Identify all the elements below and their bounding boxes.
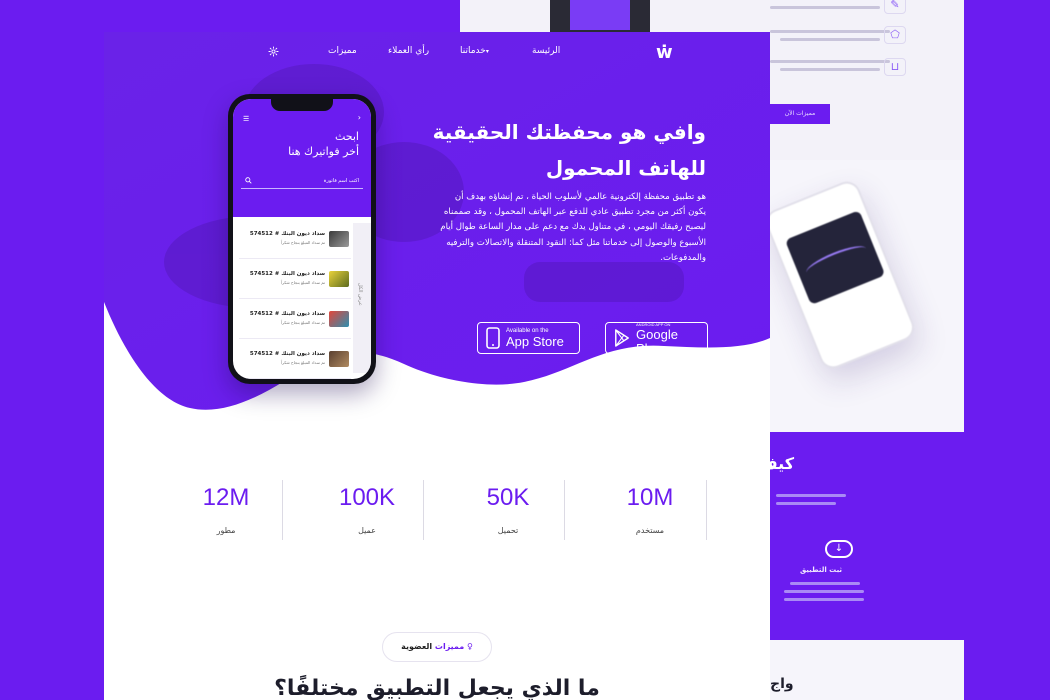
bill-subtitle: تم سداد المبلغ بنجاح شكراً bbox=[280, 320, 325, 325]
features-pill[interactable]: ♀ مميزات العضوية bbox=[382, 632, 492, 662]
phone-mockup: ☰ › ابحث أخر فواتيرك هنا اكتب اسم فاتورة bbox=[228, 94, 376, 384]
nav-services[interactable]: خدماتنا▾ bbox=[460, 46, 489, 56]
stat-clients: 100K عميل bbox=[297, 480, 437, 542]
phone-search-input[interactable]: اكتب اسم فاتورة bbox=[241, 173, 363, 189]
hero-title-line2: للهاتف المحمول bbox=[545, 156, 706, 180]
phone-heading-line1: ابحث bbox=[334, 130, 359, 143]
pen-icon: ✎ bbox=[884, 0, 906, 14]
list-item[interactable]: سداد ديون البنك # 574512 تم سداد المبلغ … bbox=[239, 219, 351, 259]
stat-label: تحميل bbox=[497, 526, 519, 535]
google-play-label: Google Play bbox=[636, 326, 678, 356]
nav-services-label: خدماتنا bbox=[460, 46, 486, 56]
bill-subtitle: تم سداد المبلغ بنجاح شكراً bbox=[280, 360, 325, 365]
mockup-text-line bbox=[770, 60, 890, 63]
bill-thumbnail bbox=[329, 351, 349, 367]
stat-value: 10M bbox=[626, 484, 674, 511]
bill-thumbnail bbox=[329, 271, 349, 287]
gear-icon[interactable] bbox=[268, 46, 279, 57]
app-store-label: App Store bbox=[506, 333, 564, 349]
features-pill-text: العضوية bbox=[401, 642, 433, 651]
mockup-tilted-phone bbox=[761, 177, 919, 373]
google-play-button[interactable]: ANDROID APP ON Google Play bbox=[605, 322, 708, 356]
stats-section: 10M مستخدم 50K تحميل 100K عميل 12M مطور bbox=[104, 480, 770, 542]
list-item[interactable]: سداد ديون البنك # 574512 تم سداد المبلغ … bbox=[239, 259, 351, 299]
bill-list: سداد ديون البنك # 574512 تم سداد المبلغ … bbox=[239, 219, 351, 379]
bill-thumbnail bbox=[329, 311, 349, 327]
search-icon bbox=[245, 177, 252, 184]
shape-icon: ⬠ bbox=[884, 26, 906, 44]
stat-label: مطور bbox=[216, 526, 236, 535]
phone-heading: ابحث أخر فواتيرك هنا bbox=[288, 129, 359, 159]
phone-heading-line2: أخر فواتيرك هنا bbox=[288, 145, 359, 158]
mockup-text-line bbox=[770, 6, 880, 9]
menu-icon[interactable]: ☰ bbox=[243, 115, 249, 123]
phone-icon bbox=[486, 327, 500, 349]
mockup-purple-section: كيف ↓ ثبت التطبيق bbox=[759, 432, 964, 640]
phone-notch bbox=[271, 99, 333, 111]
stat-users: 10M مستخدم bbox=[580, 480, 720, 542]
mockup-bottom-title: واج bbox=[770, 676, 794, 692]
stat-value: 12M bbox=[202, 484, 250, 511]
bill-subtitle: تم سداد المبلغ بنجاح شكراً bbox=[280, 280, 325, 285]
phone-search-placeholder: اكتب اسم فاتورة bbox=[323, 178, 359, 184]
mockup-text-line bbox=[780, 68, 880, 71]
cart-icon: ⊔ bbox=[884, 58, 906, 76]
chevron-down-icon: ▾ bbox=[485, 48, 489, 55]
top-nav: ẇ الرئيسة خدماتنا▾ رأي العملاء مميزات bbox=[104, 32, 770, 76]
chevron-right-icon[interactable]: › bbox=[358, 113, 361, 122]
lightbulb-icon: ♀ bbox=[467, 642, 473, 651]
bill-subtitle: تم سداد المبلغ بنجاح شكراً bbox=[280, 240, 325, 245]
phone-screen: ☰ › ابحث أخر فواتيرك هنا اكتب اسم فاتورة bbox=[233, 99, 371, 379]
stat-developers: 12M مطور bbox=[156, 480, 296, 542]
google-play-icon bbox=[615, 329, 629, 347]
bill-title: سداد ديون البنك # 574512 bbox=[249, 231, 325, 237]
features-pill-accent: مميزات bbox=[434, 642, 465, 651]
stat-label: عميل bbox=[358, 526, 376, 535]
list-item[interactable]: سداد ديون البنك # 574512 تم سداد المبلغ … bbox=[239, 339, 351, 379]
list-item[interactable]: سداد ديون البنك # 574512 تم سداد المبلغ … bbox=[239, 299, 351, 339]
stat-label: مستخدم bbox=[635, 526, 665, 535]
hero-description: هو تطبيق محفظة إلكترونية عالمي لأسلوب ال… bbox=[440, 192, 706, 263]
hero-title-line1: وافي هو محفظتك الحقيقية bbox=[432, 120, 706, 144]
bill-title: سداد ديون البنك # 574512 bbox=[249, 351, 325, 357]
stat-value: 100K bbox=[338, 484, 396, 511]
stat-divider bbox=[706, 480, 707, 540]
mockup-button: مميزات الآن bbox=[770, 104, 830, 124]
phone-side-tab[interactable]: عرض الكل bbox=[353, 223, 371, 373]
mockup-text-line bbox=[770, 30, 890, 33]
bill-thumbnail bbox=[329, 231, 349, 247]
nav-features[interactable]: مميزات bbox=[328, 46, 357, 56]
phone-side-tab-label: عرض الكل bbox=[357, 283, 363, 306]
features-title: ما الذي يجعل التطبيق مختلفًا؟ bbox=[274, 676, 600, 700]
hero-section: ẇ الرئيسة خدماتنا▾ رأي العملاء مميزات وا… bbox=[104, 32, 770, 412]
nav-home[interactable]: الرئيسة bbox=[532, 46, 560, 56]
phone-header: ☰ › ابحث أخر فواتيرك هنا اكتب اسم فاتورة bbox=[233, 99, 371, 217]
brand-logo[interactable]: ẇ bbox=[656, 42, 673, 63]
hero-title: وافي هو محفظتك الحقيقية للهاتف المحمول bbox=[406, 114, 706, 186]
mockup-sub-title: ثبت التطبيق bbox=[800, 566, 843, 574]
mockup-text-line bbox=[780, 38, 880, 41]
bill-title: سداد ديون البنك # 574512 bbox=[249, 311, 325, 317]
app-store-button[interactable]: Available on the App Store bbox=[477, 322, 580, 354]
bill-title: سداد ديون البنك # 574512 bbox=[249, 271, 325, 277]
stat-downloads: 50K تحميل bbox=[438, 480, 578, 542]
stat-value: 50K bbox=[486, 484, 530, 511]
landing-page: ẇ الرئيسة خدماتنا▾ رأي العملاء مميزات وا… bbox=[104, 32, 770, 700]
cloud-download-icon: ↓ bbox=[825, 540, 853, 558]
nav-reviews[interactable]: رأي العملاء bbox=[388, 46, 429, 56]
